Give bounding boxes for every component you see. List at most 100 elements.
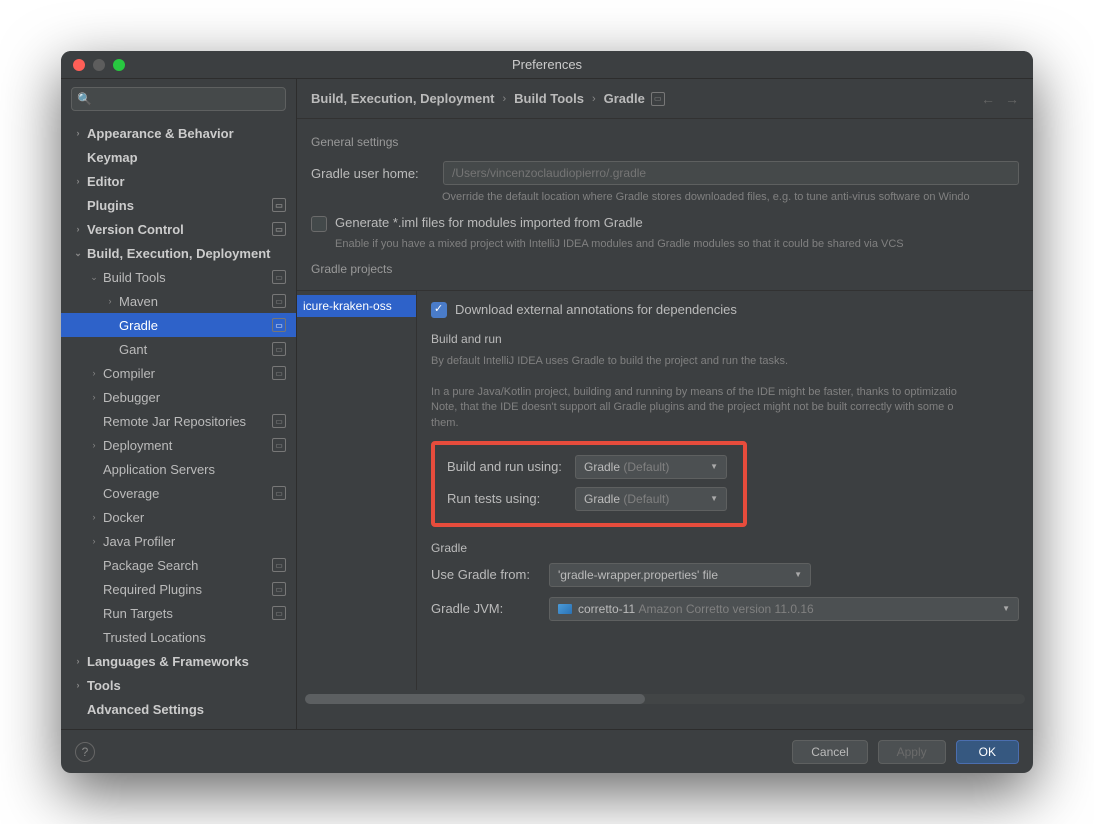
tree-item-label: Trusted Locations: [103, 630, 286, 645]
tree-item-deployment[interactable]: ›Deployment▭: [61, 433, 296, 457]
settings-tree: ›Appearance & BehaviorKeymap›EditorPlugi…: [61, 119, 296, 729]
nav-forward-icon[interactable]: →: [1005, 91, 1019, 107]
use-gradle-from-label: Use Gradle from:: [431, 567, 549, 582]
tree-arrow-icon: ›: [89, 536, 99, 546]
project-scope-icon: ▭: [272, 222, 286, 236]
titlebar: Preferences: [61, 51, 1033, 79]
project-scope-icon: ▭: [272, 558, 286, 572]
project-scope-icon: ▭: [272, 270, 286, 284]
tree-item-label: Maven: [119, 294, 268, 309]
tree-arrow-icon: ›: [89, 392, 99, 402]
tree-item-application-servers[interactable]: Application Servers: [61, 457, 296, 481]
tree-arrow-icon: ›: [73, 128, 83, 138]
cancel-button[interactable]: Cancel: [792, 740, 867, 764]
preferences-window: Preferences 🔍 › Appearance & Behavior Keym…: [61, 51, 1033, 773]
generate-iml-hint: Enable if you have a mixed project with …: [297, 238, 1033, 250]
tree-item-docker[interactable]: ›Docker: [61, 505, 296, 529]
tree-item-label: Package Search: [103, 558, 268, 573]
tree-item-languages-frameworks[interactable]: › Languages & Frameworks: [61, 649, 296, 673]
tree-item-build-execution-deployment[interactable]: ⌄Build, Execution, Deployment: [61, 241, 296, 265]
tree-item-label: Appearance & Behavior: [87, 126, 286, 141]
project-scope-icon: ▭: [272, 318, 286, 332]
tree-item-run-targets[interactable]: Run Targets▭: [61, 601, 296, 625]
crumb-c: Gradle: [604, 91, 645, 106]
tree-item-package-search[interactable]: Package Search ▭: [61, 553, 296, 577]
tree-item-keymap[interactable]: Keymap: [61, 145, 296, 169]
tree-item-remote-jar-repositories[interactable]: Remote Jar Repositories▭: [61, 409, 296, 433]
tree-item-label: Build, Execution, Deployment: [87, 246, 286, 261]
project-scope-icon: ▭: [272, 582, 286, 596]
generate-iml-checkbox[interactable]: [311, 216, 327, 232]
tree-arrow-icon: ›: [73, 656, 83, 666]
tree-item-appearance-behavior[interactable]: › Appearance & Behavior: [61, 121, 296, 145]
search-input[interactable]: [71, 87, 286, 111]
gradle-user-home-input[interactable]: [443, 161, 1019, 185]
tree-item-build-tools[interactable]: ⌄ Build Tools ▭: [61, 265, 296, 289]
build-using-label: Build and run using:: [447, 459, 575, 474]
download-annotations-checkbox[interactable]: [431, 302, 447, 318]
tree-item-label: Tools: [87, 678, 286, 693]
tree-arrow-icon: ⌄: [89, 272, 99, 283]
tree-item-debugger[interactable]: › Debugger: [61, 385, 296, 409]
tree-item-label: Remote Jar Repositories: [103, 414, 268, 429]
horizontal-scrollbar[interactable]: [305, 694, 1025, 704]
sidebar: 🔍 ›Appearance & BehaviorKeymap›EditorPlu…: [61, 79, 297, 729]
use-gradle-from-dropdown[interactable]: 'gradle-wrapper.properties' file ▼: [549, 563, 811, 587]
build-run-title: Build and run: [431, 332, 1019, 346]
download-annotations-label: Download external annotations for depend…: [455, 302, 737, 317]
tree-item-trusted-locations[interactable]: Trusted Locations: [61, 625, 296, 649]
project-scope-icon: ▭: [651, 92, 665, 106]
run-tests-using-dropdown[interactable]: Gradle (Default) ▼: [575, 487, 727, 511]
main-scroll: General settings Gradle user home: Overr…: [297, 119, 1033, 729]
tree-arrow-icon: ›: [89, 440, 99, 450]
apply-button[interactable]: Apply: [878, 740, 946, 764]
tree-item-label: Keymap: [87, 150, 286, 165]
tree-item-version-control[interactable]: ›Version Control▭: [61, 217, 296, 241]
crumb-a[interactable]: Build, Execution, Deployment: [311, 91, 494, 106]
help-button[interactable]: ?: [75, 742, 95, 762]
footer: ? Cancel Apply OK: [61, 729, 1033, 773]
tree-item-label: Plugins: [87, 198, 268, 213]
tree-item-plugins[interactable]: Plugins ▭: [61, 193, 296, 217]
project-scope-icon: ▭: [272, 294, 286, 308]
tree-arrow-icon: ›: [73, 680, 83, 690]
body: 🔍 ›Appearance & BehaviorKeymap›EditorPlu…: [61, 79, 1033, 729]
scrollbar-thumb[interactable]: [305, 694, 645, 704]
tree-item-maven[interactable]: ›Maven▭: [61, 289, 296, 313]
tree-item-java-profiler[interactable]: ›Java Profiler: [61, 529, 296, 553]
chevron-down-icon: ▼: [794, 570, 802, 579]
tree-item-editor[interactable]: ›Editor: [61, 169, 296, 193]
crumb-b[interactable]: Build Tools: [514, 91, 584, 106]
generate-iml-label: Generate *.iml files for modules importe…: [335, 215, 643, 230]
window-title: Preferences: [61, 57, 1033, 72]
tree-item-label: Docker: [103, 510, 286, 525]
chevron-right-icon: ›: [502, 93, 506, 105]
build-using-dropdown[interactable]: Gradle (Default) ▼: [575, 455, 727, 479]
tree-item-tools[interactable]: › Tools: [61, 673, 296, 697]
tree-item-label: Debugger: [103, 390, 286, 405]
gradle-project-item[interactable]: icure-kraken-oss: [297, 295, 416, 317]
tree-item-label: Languages & Frameworks: [87, 654, 286, 669]
project-scope-icon: ▭: [272, 438, 286, 452]
tree-item-advanced-settings[interactable]: Advanced Settings: [61, 697, 296, 721]
build-run-desc: By default IntelliJ IDEA uses Gradle to …: [431, 354, 1019, 431]
tree-item-gant[interactable]: Gant▭: [61, 337, 296, 361]
chevron-right-icon: ›: [592, 93, 596, 105]
project-scope-icon: ▭: [272, 486, 286, 500]
chevron-down-icon: ▼: [710, 462, 718, 471]
breadcrumb: Build, Execution, Deployment › Build Too…: [297, 79, 1033, 119]
tree-item-label: Build Tools: [103, 270, 268, 285]
tree-item-gradle[interactable]: Gradle▭: [61, 313, 296, 337]
search-icon: 🔍: [77, 92, 92, 106]
project-scope-icon: ▭: [272, 198, 286, 212]
tree-item-coverage[interactable]: Coverage▭: [61, 481, 296, 505]
tree-item-label: Required Plugins: [103, 582, 268, 597]
nav-back-icon[interactable]: ←: [981, 91, 995, 107]
gradle-group-title: Gradle: [431, 541, 1019, 555]
project-scope-icon: ▭: [272, 366, 286, 380]
tree-item-required-plugins[interactable]: Required Plugins ▭: [61, 577, 296, 601]
ok-button[interactable]: OK: [956, 740, 1019, 764]
gradle-jvm-dropdown[interactable]: corretto-11 Amazon Corretto version 11.0…: [549, 597, 1019, 621]
tree-item-compiler[interactable]: ›Compiler▭: [61, 361, 296, 385]
gradle-projects-title: Gradle projects: [297, 258, 1033, 284]
